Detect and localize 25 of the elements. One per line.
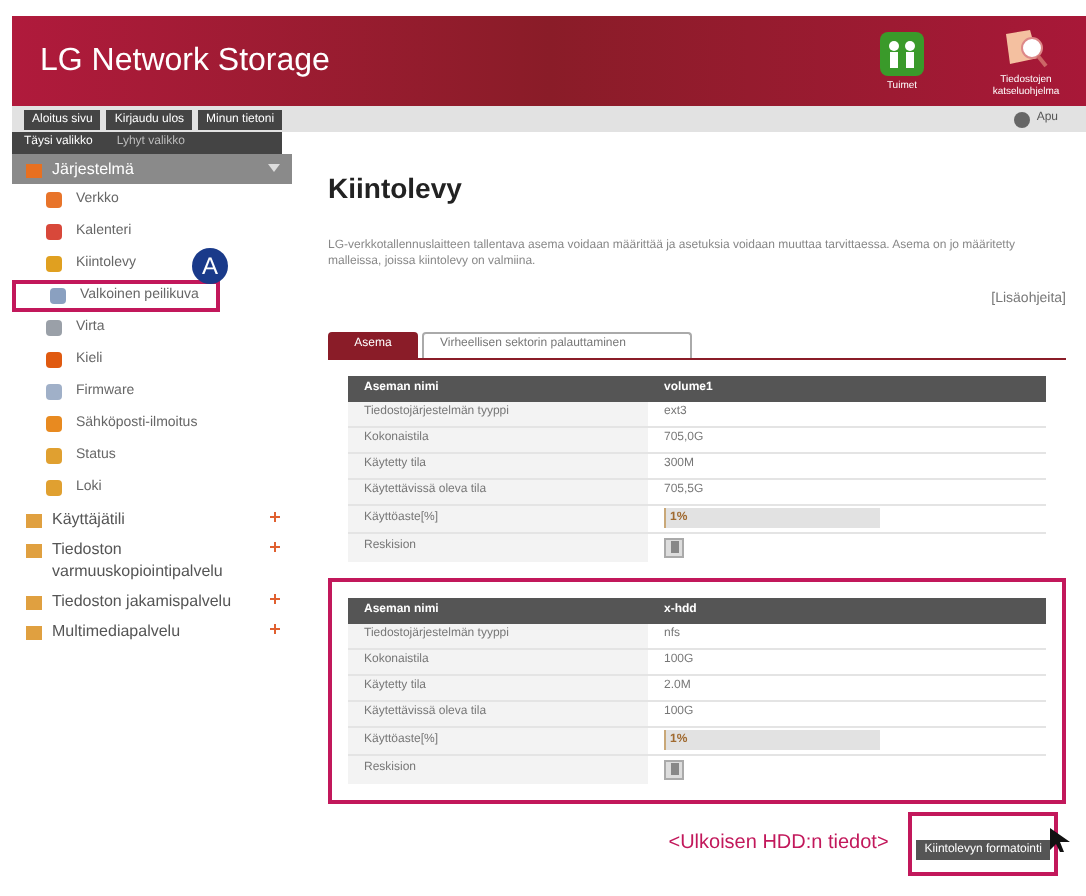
sidebar-group-label: Multimediapalvelu — [52, 620, 183, 642]
sidebar-group-label: Tiedoston jakamispalvelu — [52, 590, 234, 612]
plus-icon — [270, 542, 280, 552]
caret-down-icon — [268, 162, 280, 174]
sidebar-group-label: Järjestelmä — [52, 158, 136, 180]
app-title: LG Network Storage — [40, 41, 330, 81]
sidebar-group[interactable]: Multimediapalvelu — [12, 616, 292, 646]
plus-icon — [270, 512, 280, 522]
annotation-badge: A — [192, 248, 228, 284]
people-icon — [880, 31, 924, 75]
sidebar-group-label: Käyttäjätili — [52, 508, 127, 530]
caption-text: <Ulkoisen HDD:n tiedot> — [668, 830, 889, 858]
eject-button[interactable] — [664, 537, 684, 557]
eject-button[interactable] — [664, 759, 684, 779]
page-title: Kiintolevy — [328, 170, 464, 208]
folder-search-icon — [1002, 25, 1050, 69]
sidebar-group-label: Tiedoston varmuuskopiointipalvelu — [52, 538, 225, 582]
group-icon — [24, 160, 44, 180]
sidebar-group[interactable]: Järjestelmä — [12, 154, 292, 184]
plus-icon — [270, 594, 280, 604]
sidebar-group[interactable]: Käyttäjätili — [12, 504, 292, 534]
sidebar-group[interactable]: Tiedoston varmuuskopiointipalvelu — [12, 534, 292, 586]
sidebar-group[interactable]: Tiedoston jakamispalvelu — [12, 586, 292, 616]
plus-icon — [270, 624, 280, 634]
cursor-icon — [1050, 827, 1070, 851]
